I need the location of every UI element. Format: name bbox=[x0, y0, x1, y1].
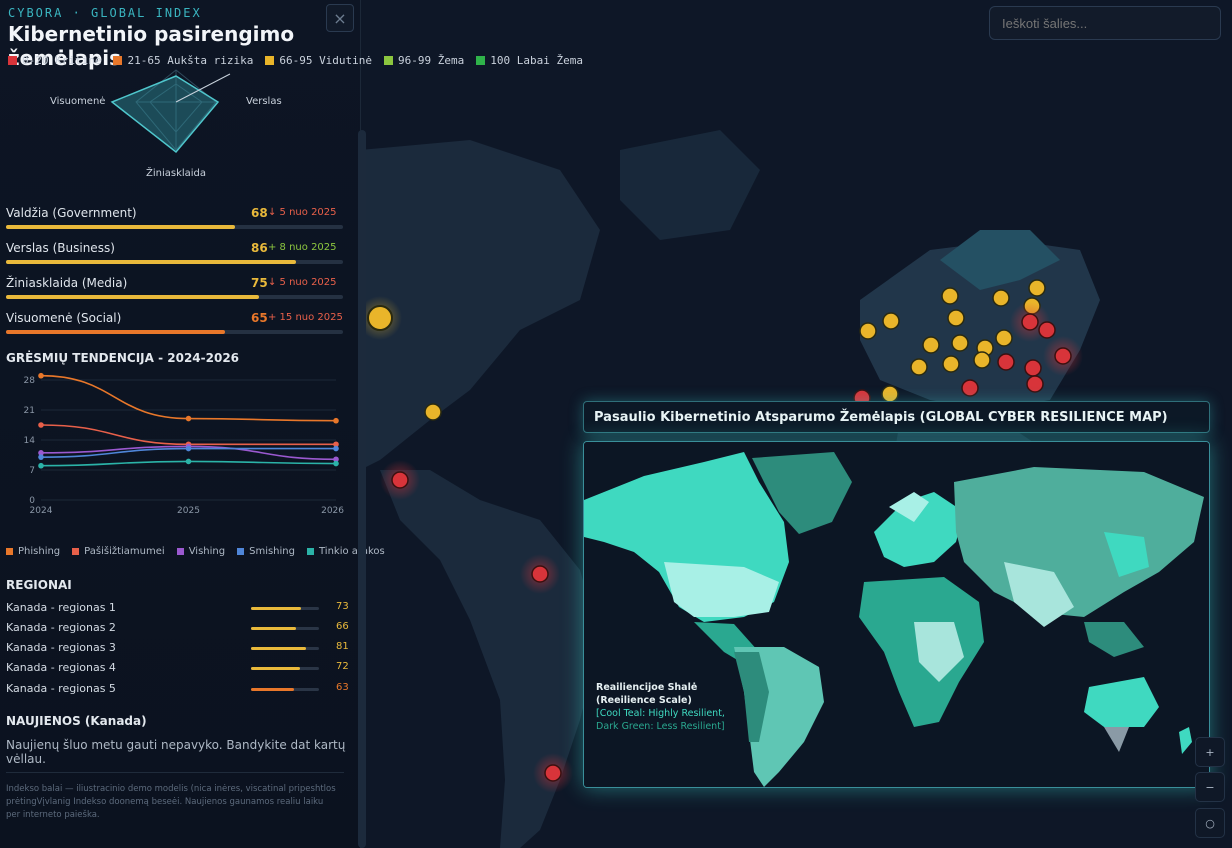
radar-label-bottom: Žiniasklaida bbox=[146, 166, 206, 179]
series-point bbox=[38, 372, 44, 379]
trend-legend-item: Tinkio atakos bbox=[307, 546, 385, 557]
series-point bbox=[185, 415, 192, 422]
sector-score: 65 bbox=[251, 311, 268, 325]
overlay-title: Pasaulio Kibernetinio Atsparumo Žemėlapi… bbox=[594, 410, 1168, 425]
sidebar-panel: CYBORA · GLOBAL INDEX Kibernetinio pasir… bbox=[0, 0, 583, 848]
series-point bbox=[333, 417, 339, 424]
sector-delta: + 15 nuo 2025 bbox=[268, 312, 343, 323]
y-tick-label: 21 bbox=[24, 406, 35, 416]
trend-legend-item: Pašišižtiamumei bbox=[72, 546, 165, 557]
series-point bbox=[333, 460, 339, 467]
news-text: Naujienų šluo metu gauti nepavyko. Bandy… bbox=[6, 738, 346, 766]
series-point bbox=[185, 458, 192, 465]
legend-item-low: 96-99 Žema bbox=[384, 54, 464, 67]
sector-name: Verslas (Business) bbox=[6, 241, 115, 255]
resilience-map-card[interactable]: Reailiencijoe Shalė (Reeilience Scale) [… bbox=[583, 441, 1210, 788]
news-title: NAUJIENOS (Kanada) bbox=[6, 714, 147, 728]
trend-line-chart: 0 7 14 21 28 2024 2025 2026 bbox=[24, 372, 344, 516]
radar-label-right: Verslas bbox=[246, 96, 282, 107]
close-button[interactable]: × bbox=[326, 4, 354, 32]
overlay-title-bar: Pasaulio Kibernetinio Atsparumo Žemėlapi… bbox=[583, 401, 1210, 433]
brand-label: CYBORA · GLOBAL INDEX bbox=[8, 6, 202, 20]
series-point bbox=[38, 462, 44, 469]
trend-legend: Phishing Pašišižtiamumei Vishing Smishin… bbox=[6, 546, 385, 557]
series-point bbox=[185, 445, 192, 452]
x-tick-label: 2025 bbox=[177, 506, 200, 516]
sector-delta: ↓ 5 nuo 2025 bbox=[268, 207, 337, 218]
sector-score: 68 bbox=[251, 206, 268, 220]
sector-score: 86 bbox=[251, 241, 268, 255]
region-row[interactable]: Kanada - regionas 3 81 bbox=[6, 641, 349, 659]
sector-name: Visuomenė (Social) bbox=[6, 311, 122, 325]
trend-legend-item: Vishing bbox=[176, 546, 225, 557]
x-tick-label: 2024 bbox=[30, 506, 53, 516]
sector-bar-fill bbox=[6, 330, 226, 334]
series-point bbox=[38, 422, 44, 428]
y-tick-label: 14 bbox=[24, 436, 36, 446]
radar-label-left: Visuomenė bbox=[50, 96, 105, 107]
close-icon: × bbox=[333, 8, 347, 28]
trend-chart-title: GRĖSMIŲ TENDENCIJA - 2024-2026 bbox=[6, 351, 240, 365]
x-tick-label: 2026 bbox=[321, 506, 344, 516]
y-tick-label: 7 bbox=[29, 466, 35, 476]
regions-title: REGIONAI bbox=[6, 578, 72, 592]
sector-radar-chart: Visuomenė Verslas Žiniasklaida bbox=[50, 69, 282, 179]
sector-row-media[interactable]: Žiniasklaida (Media) 75 ↓ 5 nuo 2025 bbox=[6, 276, 343, 306]
radar-area bbox=[110, 75, 220, 154]
legend-item-very-low: 100 Labai Žema bbox=[476, 54, 583, 67]
plus-icon: + bbox=[1205, 745, 1215, 759]
sector-bar-fill bbox=[6, 225, 236, 229]
resilience-world-map[interactable] bbox=[584, 442, 1210, 788]
zoom-in-button[interactable]: + bbox=[1195, 737, 1225, 767]
sector-row-business[interactable]: Verslas (Business) 86 + 8 nuo 2025 bbox=[6, 241, 343, 271]
sector-bar-fill bbox=[6, 295, 259, 299]
sidebar-scrollbar[interactable] bbox=[358, 130, 366, 848]
sector-row-social[interactable]: Visuomenė (Social) 65 + 15 nuo 2025 bbox=[6, 311, 343, 341]
trend-legend-item: Smishing bbox=[237, 546, 295, 557]
country-search-input[interactable] bbox=[989, 6, 1221, 40]
region-row[interactable]: Kanada - regionas 2 66 bbox=[6, 621, 349, 639]
sector-bar-fill bbox=[6, 260, 296, 264]
sector-score: 75 bbox=[251, 276, 268, 290]
zoom-out-button[interactable]: − bbox=[1195, 772, 1225, 802]
sector-delta: ↓ 5 nuo 2025 bbox=[268, 277, 337, 288]
resilience-scale-legend: Reailiencijoe Shalė (Reeilience Scale) [… bbox=[596, 682, 725, 732]
reset-view-button[interactable]: ○ bbox=[1195, 808, 1225, 838]
region-row[interactable]: Kanada - regionas 5 63 bbox=[6, 682, 349, 700]
series-point bbox=[38, 454, 44, 460]
series-line-phishing bbox=[40, 374, 337, 422]
region-row[interactable]: Kanada - regionas 1 73 bbox=[6, 601, 349, 619]
y-tick-label: 0 bbox=[29, 496, 35, 506]
footnote: Indekso balai — iliustracinio demo model… bbox=[6, 784, 336, 820]
sector-row-government[interactable]: Valdžia (Government) 68 ↓ 5 nuo 2025 bbox=[6, 206, 343, 236]
divider bbox=[6, 772, 344, 773]
sector-delta: + 8 nuo 2025 bbox=[268, 242, 337, 253]
sector-name: Valdžia (Government) bbox=[6, 206, 137, 220]
series-line-pašišižtiamumei bbox=[40, 424, 336, 446]
region-row[interactable]: Kanada - regionas 4 72 bbox=[6, 661, 349, 679]
sector-name: Žiniasklaida (Media) bbox=[6, 276, 128, 290]
y-tick-label: 28 bbox=[24, 376, 36, 386]
series-point bbox=[333, 445, 339, 452]
trend-legend-item: Phishing bbox=[6, 546, 60, 557]
reset-icon: ○ bbox=[1205, 816, 1215, 830]
minus-icon: − bbox=[1205, 780, 1215, 794]
